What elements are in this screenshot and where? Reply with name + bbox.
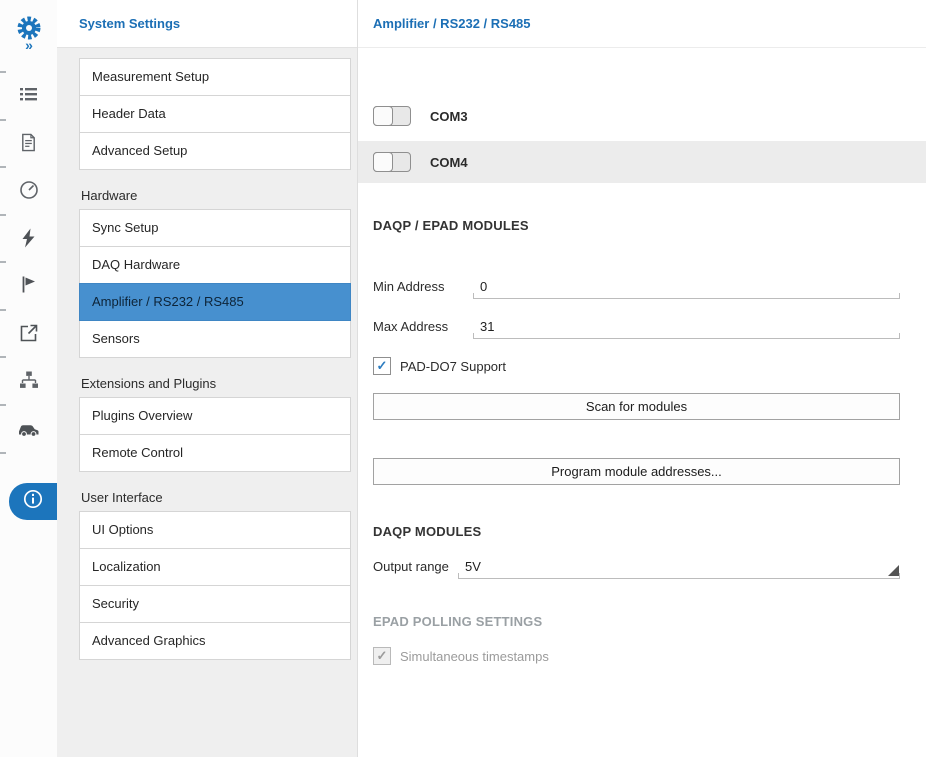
sidebar-group-hardware: Hardware [79, 170, 351, 210]
iconbar-tick [0, 71, 6, 73]
iconbar-tick [0, 214, 6, 216]
max-address-value: 31 [473, 316, 900, 334]
sidebar-item-daq-hardware[interactable]: DAQ Hardware [79, 246, 351, 284]
iconbar-tick [0, 166, 6, 168]
iconbar-item-info[interactable] [9, 483, 57, 520]
settings-window: » [0, 0, 926, 757]
output-range-label: Output range [373, 559, 449, 574]
com3-row: COM3 [358, 95, 926, 137]
sidebar-item-measurement-setup[interactable]: Measurement Setup [79, 58, 351, 96]
iconbar-item-network[interactable] [0, 362, 57, 402]
network-icon [19, 370, 39, 395]
iconbar-tick [0, 119, 6, 121]
iconbar-tick [0, 309, 6, 311]
sidebar-item-advanced-setup[interactable]: Advanced Setup [79, 132, 351, 170]
settings-main-panel: Amplifier / RS232 / RS485 COM3 COM4 DAQP… [357, 0, 926, 757]
scan-for-modules-button[interactable]: Scan for modules [373, 393, 900, 420]
min-address-row: Min Address 0 [358, 276, 926, 300]
iconbar-tick [0, 356, 6, 358]
output-range-value: 5V [458, 556, 900, 574]
toggle-knob [373, 106, 393, 126]
iconbar-item-setup-files[interactable] [0, 267, 57, 307]
daqp-epad-modules-heading: DAQP / EPAD MODULES [373, 218, 529, 233]
iconbar-item-measure[interactable] [0, 172, 57, 212]
dropdown-arrow-icon [888, 565, 899, 576]
iconbar-item-report[interactable] [0, 125, 57, 165]
pad-do7-checkbox[interactable]: ✓ [373, 357, 391, 375]
export-icon [19, 323, 39, 348]
min-address-label: Min Address [373, 279, 445, 294]
check-icon: ✓ [377, 648, 388, 664]
sidebar-item-advanced-graphics[interactable]: Advanced Graphics [79, 622, 351, 660]
iconbar-tick [0, 261, 6, 263]
sidebar-item-sensors[interactable]: Sensors [79, 320, 351, 358]
toggle-knob [373, 152, 393, 172]
sidebar-title: System Settings [57, 0, 357, 48]
max-address-input[interactable]: 31 [473, 316, 900, 339]
epad-polling-settings-heading: EPAD POLLING SETTINGS [373, 614, 542, 629]
iconbar-tick [0, 404, 6, 406]
vehicle-icon [17, 418, 40, 443]
max-address-row: Max Address 31 [358, 316, 926, 340]
gauge-icon [19, 180, 39, 205]
expand-chevrons-icon[interactable]: » [0, 38, 57, 52]
iconbar-item-export[interactable] [0, 315, 57, 355]
sidebar-nav: Measurement Setup Header Data Advanced S… [57, 48, 357, 660]
min-address-value: 0 [473, 276, 900, 294]
simultaneous-timestamps-label: Simultaneous timestamps [400, 649, 549, 664]
pad-do7-row: ✓ PAD-DO7 Support [358, 356, 926, 376]
output-range-dropdown[interactable]: 5V [458, 556, 900, 579]
settings-sidebar: System Settings Measurement Setup Header… [57, 0, 357, 757]
sidebar-item-sync-setup[interactable]: Sync Setup [79, 209, 351, 247]
program-module-addresses-button[interactable]: Program module addresses... [373, 458, 900, 485]
com4-label: COM4 [430, 155, 468, 170]
com3-label: COM3 [430, 109, 468, 124]
max-address-label: Max Address [373, 319, 448, 334]
sidebar-group-extensions-and-plugins: Extensions and Plugins [79, 358, 351, 398]
com4-toggle[interactable] [373, 152, 411, 172]
iconbar-item-analyse[interactable] [0, 220, 57, 260]
app-iconbar: » [0, 0, 57, 757]
lightning-icon [20, 228, 38, 253]
daqp-modules-heading: DAQP MODULES [373, 524, 481, 539]
page-title: Amplifier / RS232 / RS485 [358, 0, 926, 48]
com4-row: COM4 [358, 141, 926, 183]
iconbar-tick [0, 452, 6, 454]
sidebar-group-user-interface: User Interface [79, 472, 351, 512]
report-icon [19, 133, 38, 157]
simultaneous-timestamps-row: ✓ Simultaneous timestamps [358, 646, 926, 666]
sidebar-item-amplifier-rs232-rs485[interactable]: Amplifier / RS232 / RS485 [79, 283, 351, 321]
pad-do7-label: PAD-DO7 Support [400, 359, 506, 374]
info-icon [22, 488, 44, 515]
sidebar-item-plugins-overview[interactable]: Plugins Overview [79, 397, 351, 435]
check-icon: ✓ [377, 358, 388, 374]
sidebar-item-header-data[interactable]: Header Data [79, 95, 351, 133]
iconbar-item-channel-list[interactable] [0, 77, 57, 117]
simultaneous-timestamps-checkbox: ✓ [373, 647, 391, 665]
sidebar-item-security[interactable]: Security [79, 585, 351, 623]
sidebar-item-localization[interactable]: Localization [79, 548, 351, 586]
output-range-row: Output range 5V [358, 556, 926, 580]
sidebar-item-ui-options[interactable]: UI Options [79, 511, 351, 549]
com3-toggle[interactable] [373, 106, 411, 126]
sidebar-item-remote-control[interactable]: Remote Control [79, 434, 351, 472]
min-address-input[interactable]: 0 [473, 276, 900, 299]
iconbar-item-vehicle[interactable] [0, 410, 57, 450]
flag-icon [19, 275, 38, 299]
channel-list-icon [19, 85, 38, 109]
